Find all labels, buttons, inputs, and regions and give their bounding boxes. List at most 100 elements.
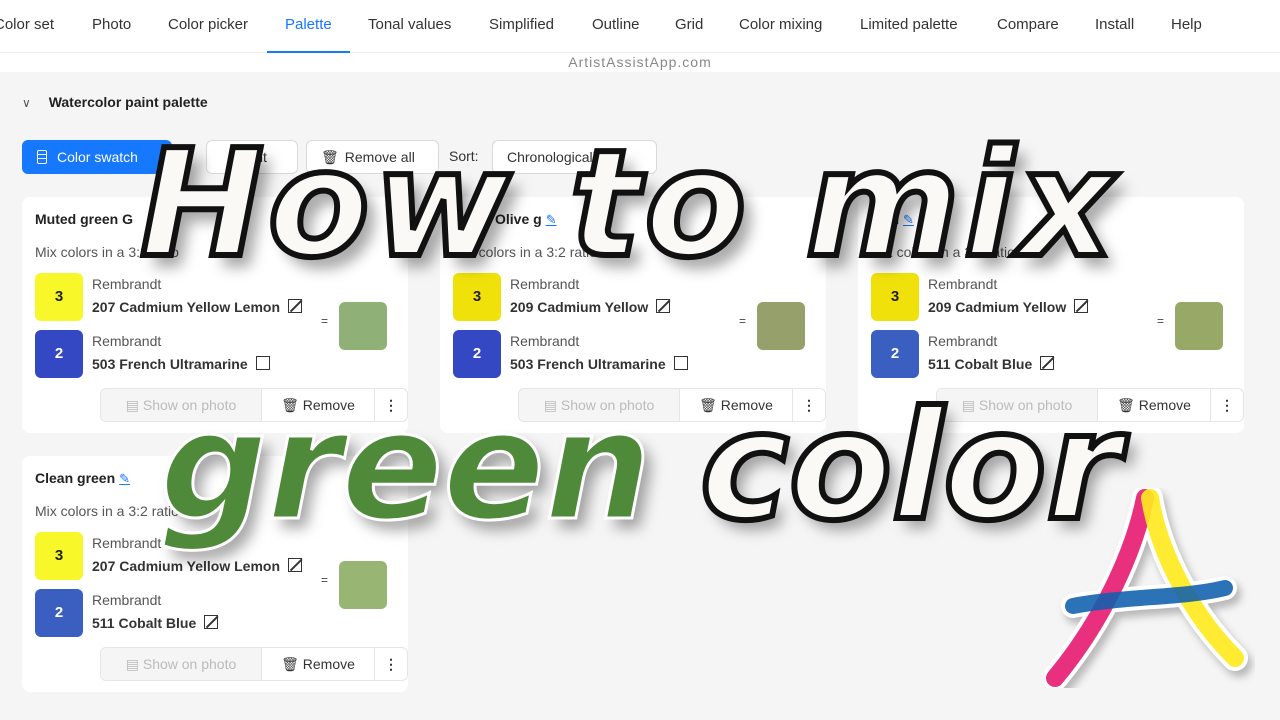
more-options-icon[interactable]: ⋮	[375, 389, 407, 421]
trash-icon: 🗑︎	[1117, 397, 1139, 413]
tab-color-set[interactable]: Color set	[0, 0, 54, 52]
tab-palette[interactable]: Palette	[267, 0, 350, 53]
paint-swatch: 3	[453, 273, 501, 321]
card-title: Clean green ✎	[35, 470, 131, 486]
trash-icon: 🗑︎	[321, 149, 339, 165]
remove-all-button[interactable]: 🗑︎ Remove all	[306, 140, 439, 174]
color-swatch-label: Color swatch	[57, 149, 138, 165]
edit-checkbox-icon[interactable]	[288, 299, 303, 313]
paint-label: Paint	[235, 149, 267, 165]
paint-name: 209 Cadmium Yellow	[928, 299, 1089, 315]
edit-checkbox-icon[interactable]	[204, 615, 219, 629]
result-swatch	[339, 302, 387, 350]
tab-simplified[interactable]: Simplified	[489, 0, 554, 52]
sort-select[interactable]: Chronologically	[492, 140, 657, 174]
paint-swatch: 2	[35, 330, 83, 378]
equals-sign: =	[1157, 314, 1165, 328]
paint-swatch: 3	[35, 532, 83, 580]
top-navigation: Color set Photo Color picker Palette Ton…	[0, 0, 1280, 53]
paint-name: 209 Cadmium Yellow	[510, 299, 671, 315]
tab-color-mixing[interactable]: Color mixing	[739, 0, 822, 52]
checkbox-icon[interactable]	[255, 356, 270, 370]
tab-help[interactable]: Help	[1171, 0, 1202, 52]
paint-name: 207 Cadmium Yellow Lemon	[92, 299, 303, 315]
paint-brand: Rembrandt	[92, 592, 162, 608]
paint-name: 503 French Ultramarine	[510, 356, 688, 372]
checkbox-icon[interactable]	[673, 356, 688, 370]
paint-swatch: 2	[871, 330, 919, 378]
card-description: Mix colors in a 3:2 ratio	[35, 244, 179, 260]
image-icon: ▤	[961, 397, 979, 413]
paint-brand: Rembrandt	[928, 333, 998, 349]
edit-checkbox-icon[interactable]	[1040, 356, 1055, 370]
result-swatch	[339, 561, 387, 609]
result-swatch	[757, 302, 805, 350]
paint-brand: Rembrandt	[92, 535, 162, 551]
sort-label: Sort:	[449, 148, 479, 164]
paint-brand: Rembrandt	[92, 333, 162, 349]
color-swatch-button[interactable]: Color swatch	[22, 140, 172, 174]
equals-sign: =	[321, 314, 329, 328]
card-actions: ▤ Show on photo 🗑︎ Remove ⋮	[518, 388, 826, 422]
tab-outline[interactable]: Outline	[592, 0, 640, 52]
paint-brand: Rembrandt	[510, 276, 580, 292]
paint-name: 511 Cobalt Blue	[928, 356, 1055, 372]
section-header[interactable]: ∨ Watercolor paint palette	[22, 94, 208, 110]
result-swatch	[1175, 302, 1223, 350]
paint-brand: Rembrandt	[928, 276, 998, 292]
paint-name: 511 Cobalt Blue	[92, 615, 219, 631]
paint-brand: Rembrandt	[510, 333, 580, 349]
remove-button[interactable]: 🗑︎ Remove	[262, 389, 375, 421]
more-options-icon[interactable]: ⋮	[793, 389, 825, 421]
paint-swatch: 2	[453, 330, 501, 378]
show-on-photo-button[interactable]: ▤ Show on photo	[101, 648, 262, 680]
card-description: Mix colors in a 3:2 ratio	[453, 244, 597, 260]
paint-name: 503 French Ultramarine	[92, 356, 270, 372]
remove-button[interactable]: 🗑︎ Remove	[1098, 389, 1211, 421]
show-on-photo-button[interactable]: ▤ Show on photo	[101, 389, 262, 421]
card-actions: ▤ Show on photo 🗑︎ Remove ⋮	[100, 647, 408, 681]
edit-checkbox-icon[interactable]	[288, 558, 303, 572]
edit-checkbox-icon[interactable]	[1074, 299, 1089, 313]
equals-sign: =	[739, 314, 747, 328]
card-actions: ▤ Show on photo 🗑︎ Remove ⋮	[936, 388, 1244, 422]
remove-button[interactable]: 🗑︎ Remove	[262, 648, 375, 680]
image-icon: ▤	[125, 397, 143, 413]
paint-swatch: 3	[871, 273, 919, 321]
card-description: Mix colors in a 3:2 ratio	[35, 503, 179, 519]
remove-button[interactable]: 🗑︎ Remove	[680, 389, 793, 421]
sort-value: Chronologically	[507, 149, 603, 165]
card-title: green Olive g ✎	[453, 211, 557, 227]
list-icon	[37, 150, 47, 164]
show-on-photo-button[interactable]: ▤ Show on photo	[519, 389, 680, 421]
more-options-icon[interactable]: ⋮	[1211, 389, 1243, 421]
tab-install[interactable]: Install	[1095, 0, 1134, 52]
tab-color-picker[interactable]: Color picker	[168, 0, 248, 52]
edit-pencil-icon[interactable]: ✎	[119, 471, 130, 486]
paint-button[interactable]: Paint	[206, 140, 298, 174]
edit-checkbox-icon[interactable]	[656, 299, 671, 313]
remove-all-label: Remove all	[344, 149, 415, 165]
edit-pencil-icon[interactable]: ✎	[903, 212, 914, 227]
trash-icon: 🗑︎	[281, 656, 303, 672]
show-on-photo-button[interactable]: ▤ Show on photo	[937, 389, 1098, 421]
card-title: sy n ✎	[871, 211, 914, 227]
chevron-down-icon: ∨	[22, 96, 31, 110]
more-options-icon[interactable]: ⋮	[375, 648, 407, 680]
paint-swatch: 3	[35, 273, 83, 321]
image-icon: ▤	[125, 656, 143, 672]
tab-tonal-values[interactable]: Tonal values	[368, 0, 451, 52]
trash-icon: 🗑︎	[699, 397, 721, 413]
site-label: ArtistAssistApp.com	[0, 53, 1280, 72]
section-title: Watercolor paint palette	[48, 94, 208, 110]
tab-compare[interactable]: Compare	[997, 0, 1059, 52]
tab-grid[interactable]: Grid	[675, 0, 703, 52]
tab-limited-palette[interactable]: Limited palette	[860, 0, 958, 52]
paint-swatch: 2	[35, 589, 83, 637]
card-actions: ▤ Show on photo 🗑︎ Remove ⋮	[100, 388, 408, 422]
tab-photo[interactable]: Photo	[92, 0, 131, 52]
edit-pencil-icon[interactable]: ✎	[546, 212, 557, 227]
mix-card: Clean green ✎ Mix colors in a 3:2 ratio 3…	[22, 456, 408, 692]
artistassist-logo-icon	[1045, 488, 1248, 688]
mix-card: green Olive g ✎ Mix colors in a 3:2 ratio…	[440, 197, 826, 433]
